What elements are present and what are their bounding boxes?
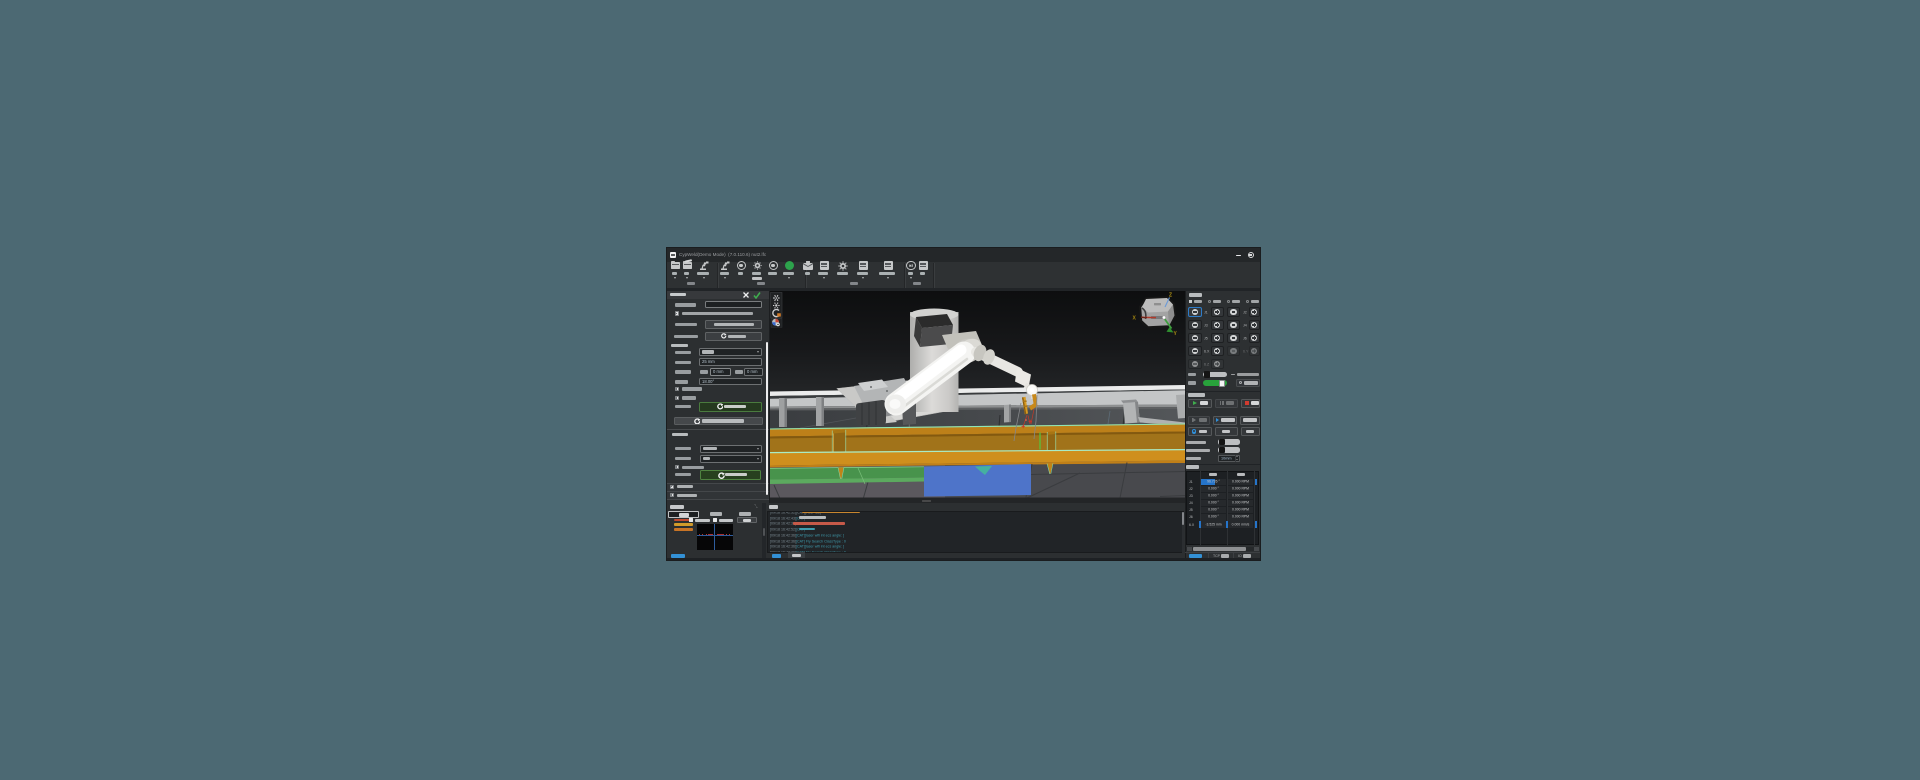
svg-text:Z: Z [1169, 293, 1172, 299]
svg-text:X: X [1133, 316, 1137, 322]
svg-text:Y: Y [1174, 331, 1178, 337]
